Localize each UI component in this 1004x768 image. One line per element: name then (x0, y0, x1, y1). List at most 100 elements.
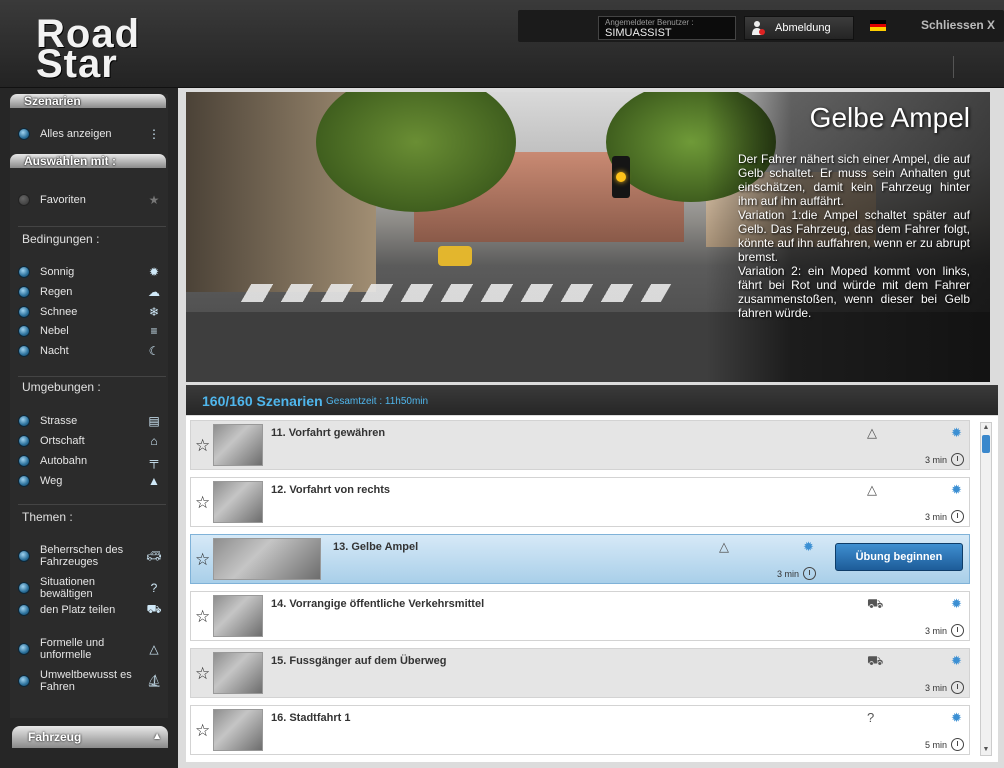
favorite-star-icon[interactable]: ☆ (195, 607, 210, 627)
scrollbar-thumb[interactable] (982, 435, 990, 453)
scroll-up-arrow-icon[interactable]: ▲ (981, 423, 991, 433)
snowflake-icon: ❄ (148, 305, 160, 319)
scenario-count: 160/160 Szenarien (202, 393, 323, 409)
scenario-list: ☆ 11. Vorfahrt gewähren △ ✹ 3 min ☆ 12. … (186, 416, 998, 762)
clock-icon (951, 681, 964, 694)
vehicle-section-toggle[interactable]: Fahrzeug ▲ (12, 726, 168, 748)
clock-icon (951, 624, 964, 637)
favorite-star-icon[interactable]: ☆ (195, 436, 210, 456)
scenario-duration: 3 min (925, 626, 948, 636)
radio-sunny[interactable] (18, 266, 30, 278)
road-icon: ▤ (148, 414, 160, 428)
radio-rain[interactable] (18, 286, 30, 298)
radio-favorites[interactable] (18, 194, 30, 206)
info-icon: ⋮ (148, 127, 160, 141)
option-show-all[interactable]: Alles anzeigen ⋮ (18, 127, 162, 141)
theme-label: den Platz teilen (40, 604, 116, 616)
question-icon: ? (150, 581, 158, 595)
scenario-row-title: 11. Vorfahrt gewähren (271, 427, 386, 439)
scenario-preview: Gelbe Ampel Der Fahrer nähert sich einer… (186, 92, 990, 382)
scenarios-title: Szenarien (24, 94, 81, 108)
clock-icon (951, 738, 964, 751)
fog-icon: ≡ (150, 324, 158, 338)
environment-path[interactable]: Weg ▲ (18, 474, 162, 488)
scroll-down-arrow-icon[interactable]: ▼ (981, 745, 991, 755)
favorite-star-icon[interactable]: ☆ (195, 550, 210, 570)
environment-town[interactable]: Ortschaft ⌂ (18, 434, 162, 448)
triangle-icon: △ (867, 425, 877, 440)
condition-snow[interactable]: Schnee ❄ (18, 305, 162, 319)
sidebar-divider (18, 226, 166, 227)
condition-label: Sonnig (40, 266, 75, 278)
sun-icon: ✹ (951, 653, 962, 668)
favorite-star-icon[interactable]: ☆ (195, 664, 210, 684)
scenario-thumbnail (213, 424, 263, 466)
german-flag-icon[interactable] (870, 20, 886, 32)
environment-label: Strasse (40, 415, 78, 427)
radio-snow[interactable] (18, 306, 30, 318)
triangle-icon: △ (149, 642, 159, 656)
scenarios-header: Szenarien (10, 94, 166, 108)
radio-vehicle-control[interactable] (18, 550, 30, 562)
themes-title: Themen : (22, 510, 73, 524)
scenario-row-selected[interactable]: ☆ 13. Gelbe Ampel △ ✹ 3 min Übung beginn… (190, 534, 970, 584)
scenario-thumbnail (213, 595, 263, 637)
scenario-duration: 3 min (925, 455, 948, 465)
clock-icon (951, 510, 964, 523)
scenario-row[interactable]: ☆ 15. Fussgänger auf dem Überweg ⛟ ✹ 3 m… (190, 648, 970, 698)
clock-icon (951, 453, 964, 466)
car-icon: 🚙︎ (146, 549, 162, 563)
theme-situations[interactable]: Situationen bewältigen ? (18, 576, 162, 600)
scenario-row[interactable]: ☆ 12. Vorfahrt von rechts △ ✹ 3 min (190, 477, 970, 527)
question-icon: ? (867, 710, 875, 725)
radio-situations[interactable] (18, 582, 30, 594)
theme-eco[interactable]: Umweltbewusst es Fahren ⛵︎ (18, 669, 162, 693)
radio-highway[interactable] (18, 455, 30, 467)
scenario-row[interactable]: ☆ 16. Stadtfahrt 1 ? ✹ 5 min (190, 705, 970, 755)
scenario-row[interactable]: ☆ 11. Vorfahrt gewähren △ ✹ 3 min (190, 420, 970, 470)
option-favorites[interactable]: Favoriten ★ (18, 193, 162, 207)
radio-fog[interactable] (18, 325, 30, 337)
scenario-description: Der Fahrer nähert sich einer Ampel, die … (738, 152, 970, 320)
start-exercise-button[interactable]: Übung beginnen (835, 543, 963, 571)
list-scrollbar[interactable]: ▲ ▼ (980, 422, 992, 756)
scenario-row[interactable]: ☆ 14. Vorrangige öffentliche Verkehrsmit… (190, 591, 970, 641)
radio-path[interactable] (18, 475, 30, 487)
theme-share-space[interactable]: den Platz teilen ⛟ (18, 602, 162, 616)
traffic-light-icon (612, 156, 630, 198)
theme-formal[interactable]: Formelle und unformelle △ (18, 637, 162, 661)
close-button[interactable]: Schliessen X (921, 18, 995, 32)
radio-show-all[interactable] (18, 128, 30, 140)
preview-crosswalk (240, 284, 672, 302)
scenario-row-title: 14. Vorrangige öffentliche Verkehrsmitte… (271, 598, 485, 610)
condition-label: Nacht (40, 345, 69, 357)
condition-rain[interactable]: Regen ☁ (18, 285, 162, 299)
logout-button[interactable]: Abmeldung (744, 16, 854, 40)
sidebar-divider (18, 376, 166, 377)
theme-vehicle-control[interactable]: Beherrschen des Fahrzeuges 🚙︎ (18, 544, 162, 568)
condition-night[interactable]: Nacht ☾ (18, 344, 162, 358)
show-all-label: Alles anzeigen (40, 128, 112, 140)
environment-road[interactable]: Strasse ▤ (18, 414, 162, 428)
environment-highway[interactable]: Autobahn ╤ (18, 454, 162, 468)
clock-icon (803, 567, 816, 580)
total-time: Gesamtzeit : 11h50min (326, 396, 429, 407)
radio-formal[interactable] (18, 643, 30, 655)
logout-label: Abmeldung (775, 22, 831, 34)
triangle-icon: △ (867, 482, 877, 497)
radio-eco[interactable] (18, 675, 30, 687)
condition-sunny[interactable]: Sonnig ✹ (18, 265, 162, 279)
header: Road Star Angemeldeter Benutzer : SIMUAS… (0, 0, 1004, 88)
highway-icon: ╤ (149, 454, 159, 468)
radio-night[interactable] (18, 345, 30, 357)
radio-share-space[interactable] (18, 604, 30, 616)
favorite-star-icon[interactable]: ☆ (195, 721, 210, 741)
radio-town[interactable] (18, 435, 30, 447)
scenario-count-bar: 160/160 Szenarien Gesamtzeit : 11h50min (186, 385, 998, 415)
triangle-icon: △ (719, 539, 729, 554)
favorite-star-icon[interactable]: ☆ (195, 493, 210, 513)
environment-label: Weg (40, 475, 63, 487)
condition-fog[interactable]: Nebel ≡ (18, 324, 162, 338)
sun-icon: ✹ (951, 425, 962, 440)
radio-road[interactable] (18, 415, 30, 427)
